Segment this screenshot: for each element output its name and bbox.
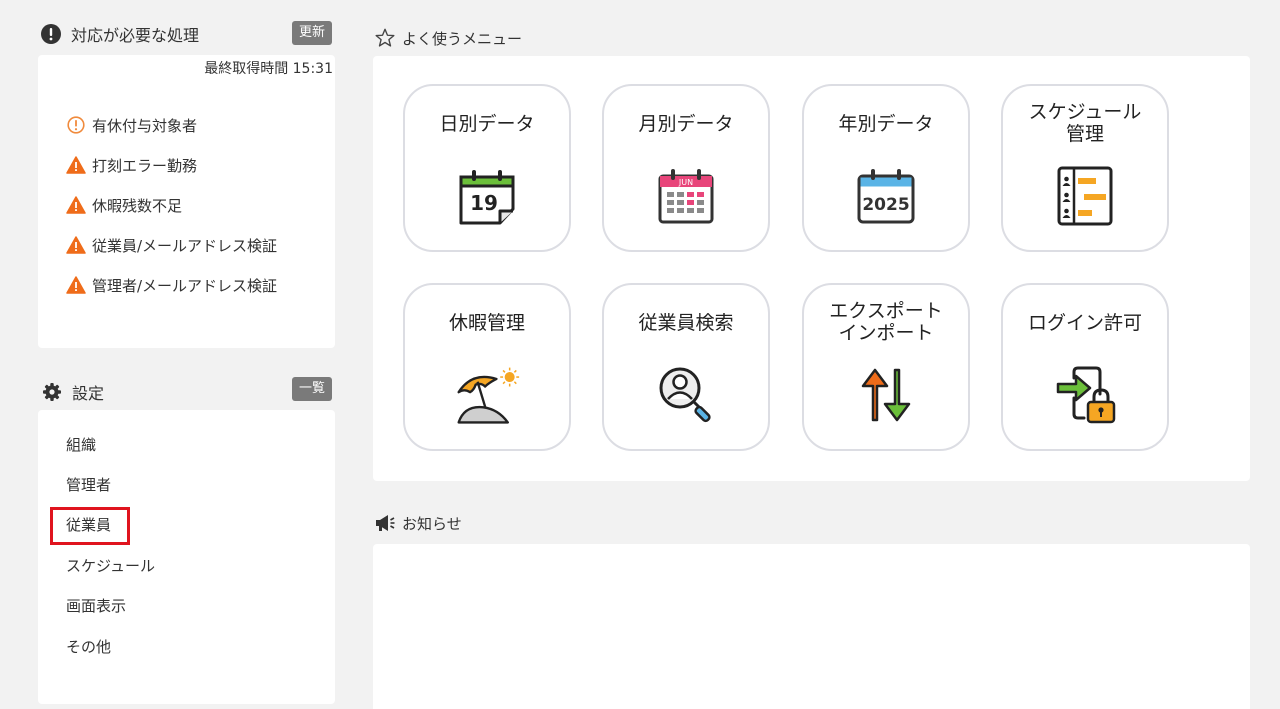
refresh-button[interactable]: 更新 <box>292 21 333 45</box>
alert-item-label: 打刻エラー勤務 <box>92 156 198 175</box>
settings-item-admin[interactable]: 管理者 <box>66 464 155 504</box>
employee-search-icon <box>652 361 720 429</box>
export-import-icon <box>852 361 920 429</box>
settings-item-schedule[interactable]: スケジュール <box>66 545 155 585</box>
favorites-section-title: よく使うメニュー <box>402 29 523 48</box>
favorites-panel: 日別データ 19 月別データ JUN 年別データ 2025 スケジュール 管理 … <box>373 56 1250 481</box>
svg-text:19: 19 <box>470 191 498 215</box>
calendar-month-icon: JUN <box>652 162 720 230</box>
news-panel <box>373 544 1250 709</box>
megaphone-icon <box>374 512 396 534</box>
alert-list: 有休付与対象者 打刻エラー勤務 休暇残数不足 従業員/メールアドレス検証 管理者… <box>66 105 277 305</box>
alert-item-leave-shortage[interactable]: 休暇残数不足 <box>66 185 277 225</box>
svg-text:2025: 2025 <box>862 195 909 215</box>
tile-yearly-data[interactable]: 年別データ 2025 <box>802 84 970 252</box>
tile-label: 月別データ <box>638 113 734 135</box>
info-circle-icon <box>66 115 86 135</box>
favorites-section-header: よく使うメニュー <box>374 27 522 49</box>
exclamation-circle-icon <box>40 23 62 45</box>
warning-icon <box>66 235 86 255</box>
tile-vacation-management[interactable]: 休暇管理 <box>403 283 571 451</box>
svg-text:JUN: JUN <box>678 178 693 187</box>
star-icon <box>374 27 396 49</box>
tile-label: エクスポート インポート <box>829 285 942 355</box>
settings-section-header: 設定 <box>41 380 104 404</box>
highlight-box <box>50 506 130 545</box>
news-section-title: お知らせ <box>402 514 462 533</box>
alert-item-employee-email[interactable]: 従業員/メールアドレス検証 <box>66 225 277 265</box>
tile-employee-search[interactable]: 従業員検索 <box>602 283 770 451</box>
settings-section-title: 設定 <box>72 384 105 403</box>
alert-item-label: 有休付与対象者 <box>92 116 198 135</box>
settings-item-display[interactable]: 画面表示 <box>66 586 155 626</box>
warning-icon <box>66 275 86 295</box>
warning-icon <box>66 195 86 215</box>
settings-item-organization[interactable]: 組織 <box>66 424 155 464</box>
list-all-button[interactable]: 一覧 <box>292 377 333 401</box>
settings-list: 組織 管理者 従業員 スケジュール 画面表示 その他 <box>50 424 155 666</box>
settings-item-other[interactable]: その他 <box>66 626 155 666</box>
alert-item-label: 従業員/メールアドレス検証 <box>92 236 278 255</box>
alerts-section-header: 対応が必要な処理 <box>40 22 199 46</box>
news-section-header: お知らせ <box>374 512 462 534</box>
tile-label: 年別データ <box>838 113 934 135</box>
tile-export-import[interactable]: エクスポート インポート <box>802 283 970 451</box>
warning-icon <box>66 155 86 175</box>
tile-label-line2: 管理 <box>1065 123 1104 145</box>
tile-daily-data[interactable]: 日別データ 19 <box>403 84 571 252</box>
settings-item-employee[interactable]: 従業員 <box>50 505 155 545</box>
login-permission-icon <box>1051 361 1119 429</box>
vacation-icon <box>453 361 521 429</box>
tile-label: ログイン許可 <box>1027 312 1142 334</box>
alert-item-admin-email[interactable]: 管理者/メールアドレス検証 <box>66 265 277 305</box>
tile-label: 休暇管理 <box>448 312 525 334</box>
alert-item-label: 休暇残数不足 <box>92 196 183 215</box>
calendar-year-icon: 2025 <box>852 162 920 230</box>
settings-panel: 組織 管理者 従業員 スケジュール 画面表示 その他 <box>38 410 335 704</box>
tile-schedule-management[interactable]: スケジュール 管理 <box>1001 84 1169 252</box>
alert-item-paid-leave[interactable]: 有休付与対象者 <box>66 105 277 145</box>
alerts-panel: 最終取得時間 15:31 有休付与対象者 打刻エラー勤務 休暇残数不足 従業員/… <box>38 55 335 348</box>
alert-item-label: 管理者/メールアドレス検証 <box>92 276 278 295</box>
tile-label-line1: スケジュール <box>1028 101 1142 123</box>
alerts-section-title: 対応が必要な処理 <box>71 26 200 45</box>
tile-label-line1: エクスポート <box>829 300 943 322</box>
last-fetched-time: 最終取得時間 15:31 <box>204 61 333 77</box>
tile-label-line2: インポート <box>838 322 934 344</box>
tile-label: 日別データ <box>439 113 535 135</box>
tile-label: スケジュール 管理 <box>1029 86 1142 156</box>
tile-login-permission[interactable]: ログイン許可 <box>1001 283 1169 451</box>
alert-item-stamp-error[interactable]: 打刻エラー勤務 <box>66 145 277 185</box>
tile-monthly-data[interactable]: 月別データ JUN <box>602 84 770 252</box>
tile-label: 従業員検索 <box>638 312 734 334</box>
schedule-icon <box>1051 162 1119 230</box>
gear-icon <box>41 381 63 403</box>
calendar-day-icon: 19 <box>453 162 521 230</box>
